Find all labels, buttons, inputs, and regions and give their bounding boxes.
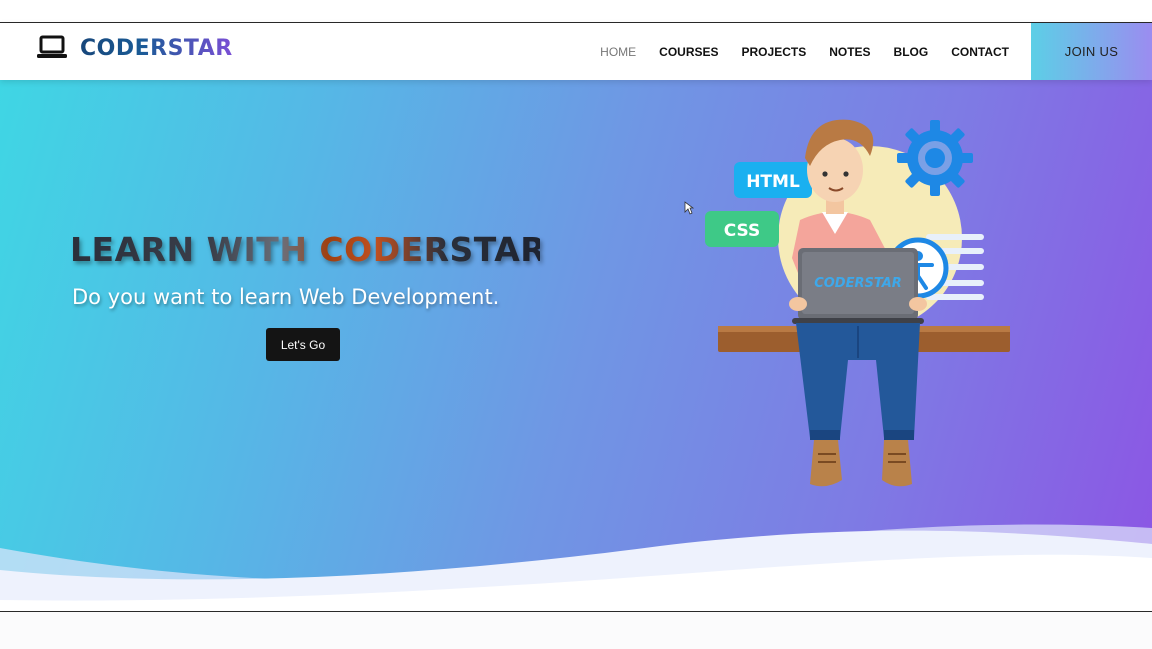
html-tag-label: HTML	[746, 172, 800, 192]
nav-menu: HOME COURSES PROJECTS NOTES BLOG CONTACT	[577, 23, 1009, 80]
css-tag: CSS	[705, 211, 779, 247]
window-bottom-bar	[0, 611, 1152, 649]
css-tag-label: CSS	[724, 221, 761, 241]
laptop: CODERSTAR	[792, 248, 924, 324]
lets-go-button[interactable]: Let's Go	[266, 328, 340, 361]
developer-illustration: HTML CSS CODERSTAR	[705, 119, 1010, 487]
nav-notes[interactable]: NOTES	[829, 45, 870, 59]
gear-icon	[897, 120, 973, 196]
nav-home[interactable]: HOME	[600, 45, 636, 59]
laptop-icon	[36, 35, 68, 61]
hero-wave-divider	[0, 524, 1152, 611]
join-us-button[interactable]: JOIN US	[1031, 23, 1152, 80]
window-top-bar	[0, 0, 1152, 23]
hero-section: LEARN WITH CODERSTAR Do you want to lear…	[0, 80, 1152, 611]
brand-name: CODERSTAR	[80, 35, 233, 61]
right-shoe	[882, 440, 912, 487]
nav-courses[interactable]: COURSES	[659, 45, 718, 59]
hero-subtitle: Do you want to learn Web Development.	[72, 285, 500, 309]
hero-title: LEARN WITH CODERSTAR	[70, 230, 547, 269]
html-tag: HTML	[734, 162, 812, 198]
left-shoe	[810, 440, 842, 487]
nav-blog[interactable]: BLOG	[894, 45, 929, 59]
laptop-brand-text: CODERSTAR	[814, 276, 902, 291]
nav-contact[interactable]: CONTACT	[951, 45, 1009, 59]
navbar: CODERSTAR HOME COURSES PROJECTS NOTES BL…	[0, 23, 1152, 80]
brand-logo[interactable]: CODERSTAR	[36, 35, 233, 61]
mouse-cursor-icon	[684, 201, 694, 215]
nav-projects[interactable]: PROJECTS	[742, 45, 807, 59]
